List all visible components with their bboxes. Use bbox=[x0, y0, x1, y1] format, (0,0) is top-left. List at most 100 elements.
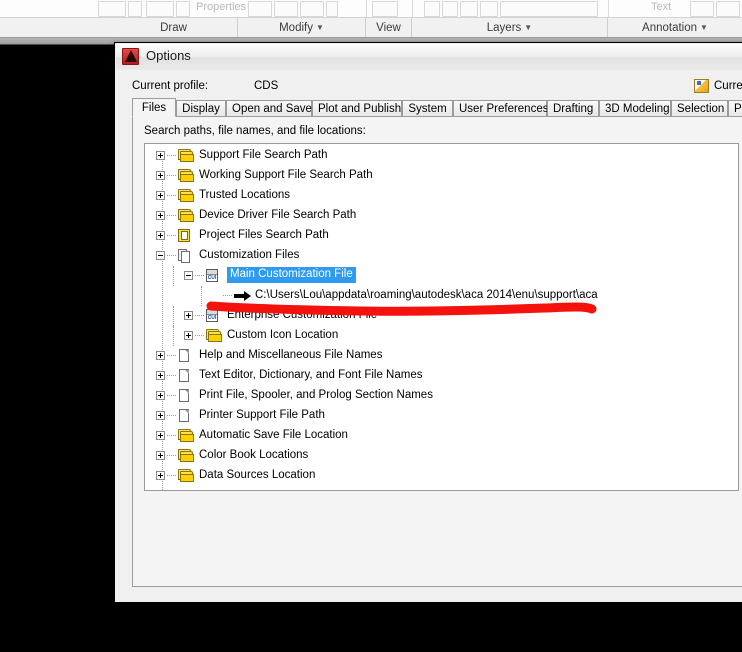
tree-item[interactable]: Customization Files bbox=[145, 246, 738, 266]
tab-label: User Preferences bbox=[459, 103, 549, 115]
tree-item[interactable]: CUI Enterprise Customization File bbox=[145, 306, 738, 326]
options-tabstrip: Files Display Open and Save Plot and Pub… bbox=[132, 98, 742, 117]
tree-connector bbox=[167, 255, 176, 257]
expand-icon[interactable] bbox=[156, 371, 165, 380]
expand-icon[interactable] bbox=[156, 431, 165, 440]
tree-item[interactable]: Color Book Locations bbox=[145, 446, 738, 466]
ribbon-panel-label: Modify bbox=[279, 22, 313, 34]
tree-connector bbox=[195, 275, 204, 277]
expand-icon[interactable] bbox=[156, 391, 165, 400]
tree-item-label: Project Files Search Path bbox=[199, 229, 329, 241]
tab-plot-and-publish[interactable]: Plot and Publish bbox=[312, 100, 402, 117]
ribbon-panel-modify[interactable]: Modify ▼ bbox=[238, 18, 366, 38]
expand-icon[interactable] bbox=[156, 231, 165, 240]
folders-icon bbox=[178, 169, 195, 183]
ribbon-ghost-button[interactable] bbox=[248, 1, 272, 17]
ribbon-ghost-button[interactable] bbox=[128, 1, 142, 17]
expand-icon[interactable] bbox=[156, 191, 165, 200]
file-paths-treeview[interactable]: Support File Search Path Working Support … bbox=[144, 143, 739, 491]
tab-system[interactable]: System bbox=[402, 100, 453, 117]
expand-icon[interactable] bbox=[156, 411, 165, 420]
expand-icon[interactable] bbox=[156, 151, 165, 160]
ribbon-panel-view[interactable]: View bbox=[366, 18, 412, 38]
ribbon-ghost-button[interactable] bbox=[98, 1, 126, 17]
expand-icon[interactable] bbox=[156, 471, 165, 480]
current-drawing-label: Current d bbox=[714, 80, 742, 92]
tree-item[interactable]: Support File Search Path bbox=[145, 146, 738, 166]
tab-label: Plot and Publish bbox=[318, 103, 402, 115]
tab-selection[interactable]: Selection bbox=[671, 100, 728, 117]
tab-label: Drafting bbox=[553, 103, 594, 115]
tab-user-preferences[interactable]: User Preferences bbox=[453, 100, 549, 117]
tree-item-label: Main Customization File bbox=[227, 267, 356, 283]
ribbon-ghost-button[interactable] bbox=[176, 1, 190, 17]
expand-icon[interactable] bbox=[156, 171, 165, 180]
chevron-down-icon: ▼ bbox=[315, 23, 324, 32]
collapse-icon[interactable] bbox=[184, 271, 193, 280]
tree-item[interactable]: Trusted Locations bbox=[145, 186, 738, 206]
dialog-title: Options bbox=[146, 48, 191, 63]
tree-item[interactable]: CUI Main Customization File bbox=[145, 266, 738, 286]
tree-connector bbox=[167, 355, 176, 357]
dialog-titlebar[interactable]: Options bbox=[116, 44, 742, 71]
arrow-marker-icon bbox=[234, 291, 252, 303]
expand-icon[interactable] bbox=[184, 331, 193, 340]
tree-item[interactable]: Device Driver File Search Path bbox=[145, 206, 738, 226]
ribbon-ghost-dropdown[interactable] bbox=[500, 1, 598, 17]
tree-item[interactable]: Working Support File Search Path bbox=[145, 166, 738, 186]
tab-3d-modeling[interactable]: 3D Modeling bbox=[599, 100, 671, 117]
ribbon-icon-row: Properties Text bbox=[0, 0, 742, 17]
tree-item-label: Data Sources Location bbox=[199, 469, 316, 481]
tree-item-label: C:\Users\Lou\appdata\roaming\autodesk\ac… bbox=[255, 289, 598, 301]
tree-item[interactable]: Project Files Search Path bbox=[145, 226, 738, 246]
tab-drafting[interactable]: Drafting bbox=[547, 100, 599, 117]
folders-icon bbox=[206, 329, 223, 343]
tree-connector-vertical bbox=[173, 306, 175, 326]
tree-item[interactable]: Text Editor, Dictionary, and Font File N… bbox=[145, 366, 738, 386]
tree-item[interactable]: Data Sources Location bbox=[145, 466, 738, 486]
ribbon-ghost-button[interactable] bbox=[372, 1, 398, 17]
ribbon-ghost-button[interactable] bbox=[326, 1, 338, 17]
options-dialog: Options Current profile: CDS Current d F… bbox=[114, 42, 742, 603]
ribbon-ghost-button[interactable] bbox=[460, 1, 478, 17]
ribbon-ghost-button[interactable] bbox=[146, 1, 174, 17]
tree-item[interactable]: C:\Users\Lou\appdata\roaming\autodesk\ac… bbox=[145, 286, 738, 306]
expand-icon[interactable] bbox=[156, 211, 165, 220]
collapse-icon[interactable] bbox=[156, 251, 165, 260]
ribbon-ghost-button[interactable] bbox=[424, 1, 440, 17]
tab-label: System bbox=[408, 103, 447, 115]
ribbon-ghost-button[interactable] bbox=[480, 1, 498, 17]
ribbon-ghost-button[interactable] bbox=[690, 1, 714, 17]
ribbon-panel-draw[interactable]: Draw bbox=[110, 18, 238, 38]
tab-display[interactable]: Display bbox=[176, 100, 226, 117]
ribbon-ghost-button[interactable] bbox=[442, 1, 458, 17]
tab-label: 3D Modeling bbox=[605, 103, 670, 115]
tree-item-label: Support File Search Path bbox=[199, 149, 328, 161]
ribbon-ghost-button[interactable] bbox=[274, 1, 298, 17]
tab-files[interactable]: Files bbox=[132, 98, 176, 117]
ribbon-text-label: Text bbox=[651, 1, 672, 13]
tree-connector bbox=[167, 395, 176, 397]
tab-profiles[interactable]: Profiles bbox=[728, 100, 742, 117]
tree-item[interactable]: Automatic Save File Location bbox=[145, 426, 738, 446]
tree-connector bbox=[167, 235, 176, 237]
ribbon-toolbar: Properties Text Draw Modify ▼ View Layer… bbox=[0, 0, 742, 38]
files-tab-page: Search paths, file names, and file locat… bbox=[132, 117, 742, 587]
ribbon-ghost-button[interactable] bbox=[300, 1, 324, 17]
expand-icon[interactable] bbox=[156, 351, 165, 360]
drawing-canvas-left bbox=[0, 45, 114, 652]
tab-open-and-save[interactable]: Open and Save bbox=[226, 100, 312, 117]
tree-item[interactable]: Custom Icon Location bbox=[145, 326, 738, 346]
ribbon-panel-layers[interactable]: Layers ▼ bbox=[412, 18, 608, 38]
expand-icon[interactable] bbox=[184, 311, 193, 320]
ribbon-panel-annotation[interactable]: Annotation ▼ bbox=[608, 18, 742, 38]
tree-item-label: Enterprise Customization File bbox=[227, 309, 378, 321]
tree-item[interactable]: Print File, Spooler, and Prolog Section … bbox=[145, 386, 738, 406]
expand-icon[interactable] bbox=[156, 451, 165, 460]
ribbon-panel-label: Draw bbox=[160, 22, 187, 34]
tree-item-label: Working Support File Search Path bbox=[199, 169, 373, 181]
ribbon-ghost-button[interactable] bbox=[716, 1, 740, 17]
tree-connector bbox=[167, 175, 176, 177]
tree-item[interactable]: Help and Miscellaneous File Names bbox=[145, 346, 738, 366]
tree-item[interactable]: Printer Support File Path bbox=[145, 406, 738, 426]
